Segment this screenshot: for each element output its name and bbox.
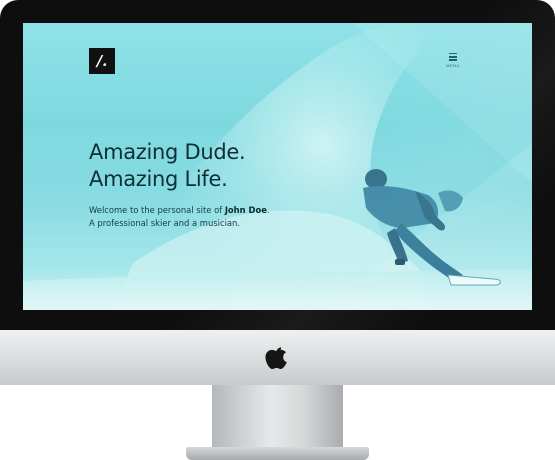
hero-title-line-1: Amazing Dude. [89,140,246,164]
menu-label: MENU [446,62,460,68]
hamburger-icon [449,53,457,61]
monitor-frame: /. MENU Amazing Dude. Amazing Life. Welc… [0,0,555,385]
menu-button[interactable]: MENU [441,53,465,75]
hero-title-line-2: Amazing Life. [89,167,228,191]
hero-intro-name: John Doe [224,205,267,215]
hero-intro-prefix: Welcome to the personal site of [89,205,225,215]
hero-intro-suffix: . [266,205,270,215]
hero-intro-line-2: A professional skier and a musician. [89,218,240,228]
monitor-stand-foot [186,447,369,460]
hero-intro-line-1: Welcome to the personal site of John Doe… [89,204,349,217]
hero-title: Amazing Dude. Amazing Life. [89,139,246,193]
screen: /. MENU Amazing Dude. Amazing Life. Welc… [23,23,532,310]
apple-logo-icon [265,347,287,369]
monitor-chin [0,330,555,385]
site-logo[interactable]: /. [89,48,115,74]
hero-intro: Welcome to the personal site of John Doe… [89,204,349,230]
monitor-stand-neck [212,385,343,447]
